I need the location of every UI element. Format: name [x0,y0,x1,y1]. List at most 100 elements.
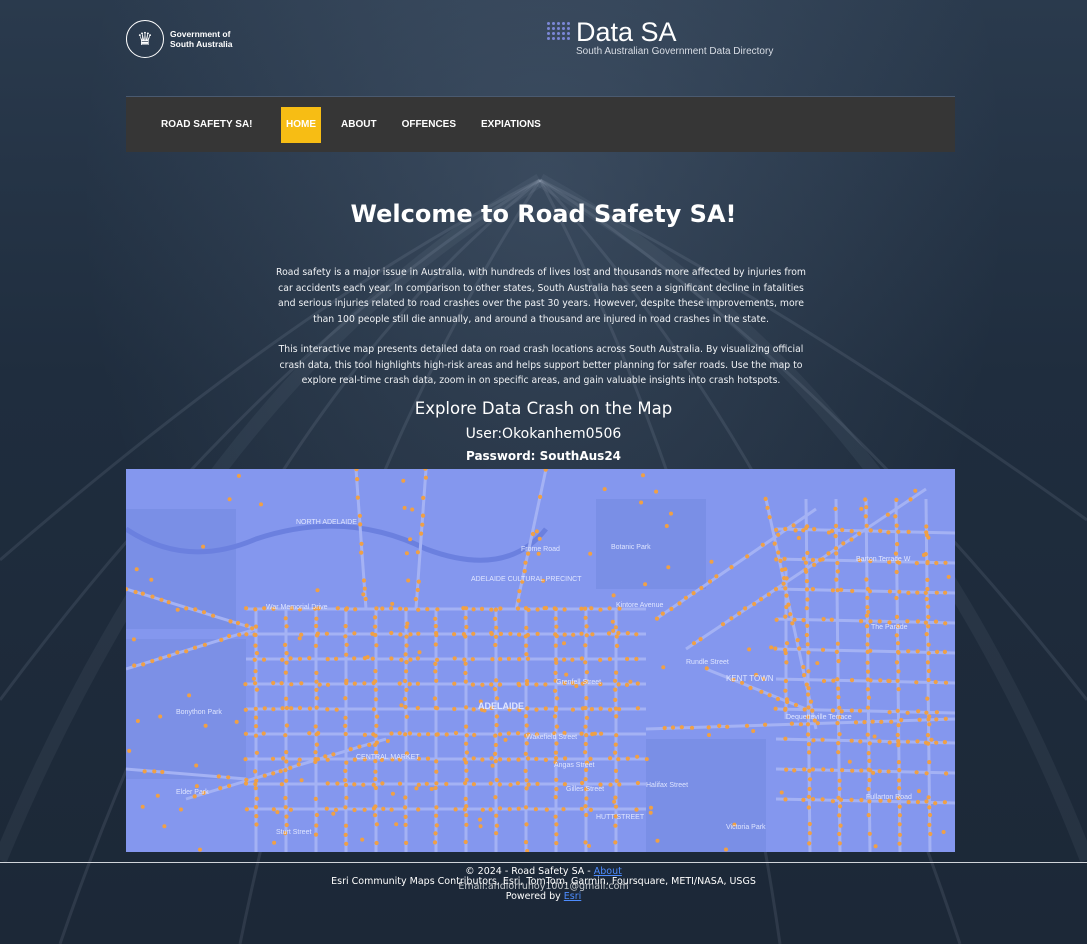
crash-point[interactable] [284,822,289,828]
crash-point[interactable] [628,679,633,684]
crash-point[interactable] [773,706,778,711]
crash-point[interactable] [625,631,630,636]
crash-point[interactable] [523,840,529,845]
crash-point[interactable] [830,799,836,804]
crash-point[interactable] [141,662,146,667]
crash-point[interactable] [583,643,588,648]
crash-point[interactable] [284,759,289,764]
crash-point[interactable] [634,807,639,812]
crash-point[interactable] [924,771,929,776]
crash-point[interactable] [464,768,469,773]
crash-point[interactable] [523,768,528,773]
crash-point[interactable] [801,556,806,561]
crash-point[interactable] [943,621,948,626]
crash-point[interactable] [689,725,695,730]
crash-point[interactable] [561,807,566,812]
crash-point[interactable] [808,699,814,704]
crash-point[interactable] [211,613,216,618]
crash-point[interactable] [829,767,835,773]
crash-point[interactable] [859,768,864,773]
crash-point[interactable] [404,840,409,845]
crash-point[interactable] [899,717,904,723]
crash-point[interactable] [314,742,319,747]
crash-point[interactable] [554,624,559,629]
crash-point[interactable] [272,840,277,845]
crash-point[interactable] [140,591,145,596]
crash-point[interactable] [283,733,288,738]
crash-point[interactable] [524,822,529,827]
crash-point[interactable] [464,606,469,611]
crash-point[interactable] [836,659,841,664]
crash-point[interactable] [284,696,289,701]
crash-point[interactable] [234,719,239,724]
crash-point[interactable] [783,736,788,741]
crash-point[interactable] [271,807,276,812]
crash-point[interactable] [553,750,558,755]
crash-point[interactable] [897,841,902,846]
crash-point[interactable] [806,669,811,674]
crash-point[interactable] [160,769,165,775]
crash-point[interactable] [836,795,841,800]
crash-point[interactable] [429,787,434,791]
crash-point[interactable] [894,595,899,601]
crash-point[interactable] [554,696,560,701]
crash-point[interactable] [361,782,366,787]
crash-point[interactable] [554,777,559,782]
nav-item-offences[interactable]: OFFENCES [397,107,461,143]
esri-link[interactable]: Esri [564,891,582,902]
crash-point[interactable] [463,839,468,845]
crash-point[interactable] [927,822,932,827]
crash-point[interactable] [534,682,539,687]
crash-point[interactable] [579,806,584,811]
crash-point[interactable] [490,763,495,768]
crash-point[interactable] [381,806,386,811]
crash-point[interactable] [284,660,289,665]
crash-point[interactable] [946,574,951,579]
crash-point[interactable] [767,515,772,520]
crash-point[interactable] [133,589,138,595]
crash-point[interactable] [648,810,653,815]
crash-point[interactable] [896,669,901,674]
crash-point[interactable] [866,633,871,638]
crash-point[interactable] [494,813,499,818]
crash-point[interactable] [315,588,320,593]
crash-point[interactable] [704,666,709,671]
crash-point[interactable] [463,661,468,666]
crash-point[interactable] [588,807,593,812]
crash-point[interactable] [389,731,394,736]
crash-point[interactable] [584,715,589,720]
crash-point[interactable] [434,813,439,818]
crash-point[interactable] [602,487,607,492]
crash-point[interactable] [849,537,854,542]
crash-point[interactable] [284,778,289,783]
crash-point[interactable] [358,522,363,527]
crash-point[interactable] [669,511,673,516]
crash-point[interactable] [253,643,258,648]
crash-point[interactable] [866,787,871,792]
crash-point[interactable] [542,606,547,611]
crash-point[interactable] [784,593,789,598]
crash-point[interactable] [867,741,872,746]
crash-point[interactable] [925,696,930,701]
crash-point[interactable] [166,600,171,605]
crash-point[interactable] [344,652,349,657]
crash-point[interactable] [423,475,428,480]
crash-point[interactable] [453,807,458,812]
crash-point[interactable] [280,657,285,662]
crash-point[interactable] [325,707,330,712]
crash-point[interactable] [792,768,797,773]
crash-point[interactable] [253,632,258,638]
crash-point[interactable] [927,722,932,727]
crash-point[interactable] [849,678,855,683]
crash-point[interactable] [613,742,618,747]
crash-point[interactable] [403,822,408,827]
crash-point[interactable] [284,750,289,755]
crash-point[interactable] [452,632,457,637]
crash-point[interactable] [779,790,784,795]
crash-point[interactable] [608,782,613,787]
crash-point[interactable] [944,771,949,776]
crash-point[interactable] [679,725,684,730]
crash-point[interactable] [299,778,304,783]
crash-point[interactable] [617,782,622,787]
crash-point[interactable] [343,805,348,810]
